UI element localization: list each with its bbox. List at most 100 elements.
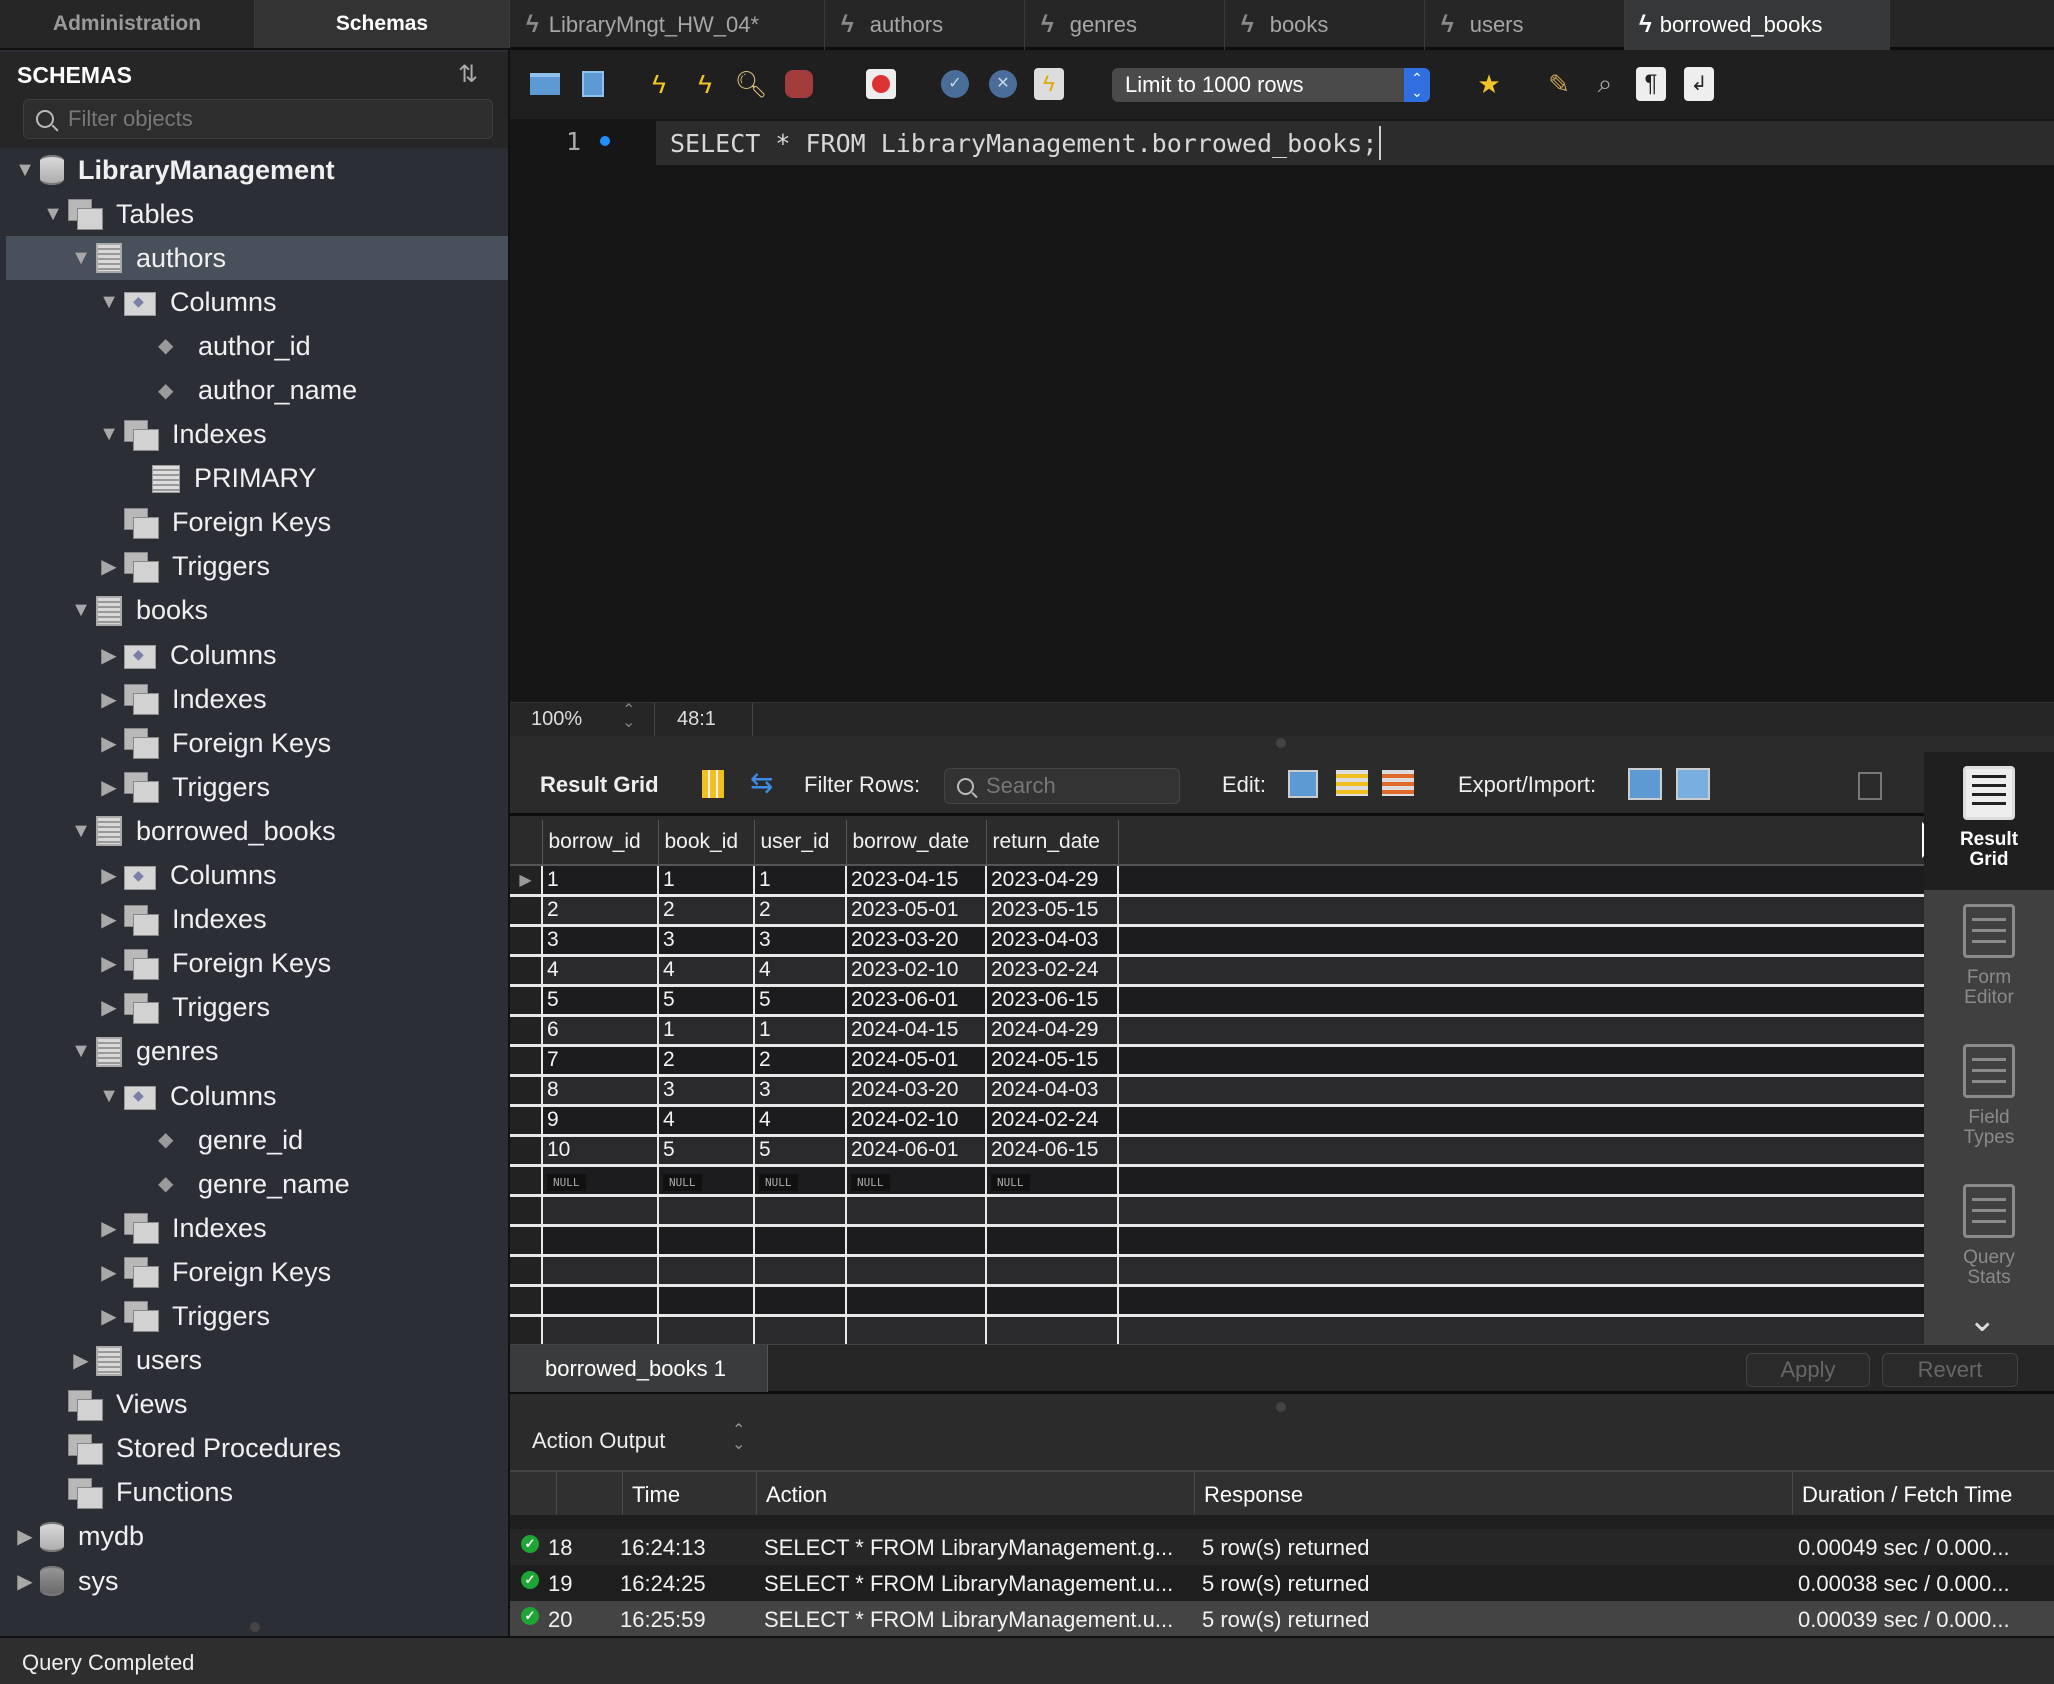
grid-cell[interactable]: 10 — [541, 1135, 658, 1167]
tree-item[interactable]: ▼ genres — [6, 1030, 508, 1074]
grid-cell[interactable]: 2023-05-01 — [845, 895, 986, 927]
tree-item[interactable]: ▼ LibraryManagement — [6, 148, 508, 192]
limit-rows-select[interactable]: Limit to 1000 rows ⌃ ⌄ — [1112, 68, 1430, 102]
row-header[interactable] — [510, 1315, 542, 1344]
empty-row[interactable] — [510, 1315, 1924, 1344]
expand-arrow-icon[interactable]: ▼ — [70, 599, 92, 622]
explain-icon[interactable]: 🔍︎ — [734, 67, 768, 101]
open-file-icon[interactable] — [528, 67, 562, 101]
grid-cell[interactable]: 1 — [753, 865, 846, 897]
tree-item[interactable]: ▶ Indexes — [6, 898, 508, 942]
empty-row[interactable] — [510, 1285, 1924, 1317]
grid-cell[interactable]: 2023-06-15 — [985, 985, 1118, 1017]
table-row[interactable]: ▶ 1 1 1 2023-04-15 2023-04-29 — [510, 865, 1924, 897]
column-header-response[interactable]: Response — [1204, 1482, 1303, 1508]
grid-cell[interactable]: 3 — [753, 925, 846, 957]
beautify-icon[interactable]: ✎ — [1542, 67, 1576, 101]
tree-item[interactable]: ▶ mydb — [6, 1515, 508, 1559]
tree-item[interactable]: ▼ authors — [6, 236, 508, 281]
grid-cell-empty[interactable] — [541, 1315, 658, 1344]
tree-item[interactable]: author_name — [6, 368, 508, 412]
collapse-arrow-icon[interactable]: ▶ — [98, 1216, 120, 1241]
tree-item[interactable]: ▼ Tables — [6, 192, 508, 236]
table-row[interactable]: 3 3 3 2023-03-20 2023-04-03 — [510, 925, 1924, 957]
tree-item[interactable]: ▶ sys — [6, 1559, 508, 1603]
row-header[interactable] — [510, 1105, 542, 1137]
expand-arrow-icon[interactable]: ▼ — [98, 1085, 120, 1108]
output-row[interactable]: ✓ 20 16:25:59 SELECT * FROM LibraryManageme… — [510, 1601, 2054, 1637]
grid-cell[interactable]: 2024-03-20 — [845, 1075, 986, 1107]
invisible-chars-icon[interactable]: ¶ — [1634, 67, 1668, 101]
tree-item[interactable]: Stored Procedures — [6, 1427, 508, 1471]
grid-cell-empty[interactable] — [985, 1315, 1118, 1344]
grid-cell-empty[interactable] — [657, 1285, 754, 1317]
tree-item[interactable]: ▶ Triggers — [6, 545, 508, 589]
grid-cell[interactable]: 5 — [753, 985, 846, 1017]
grid-cell[interactable]: 4 — [541, 955, 658, 987]
grid-cell-null[interactable]: NULL — [985, 1165, 1118, 1197]
rollback-icon[interactable]: ✕ — [986, 67, 1020, 101]
result-tab[interactable]: borrowed_books 1 — [510, 1345, 768, 1392]
grid-cell[interactable]: 2023-04-03 — [985, 925, 1118, 957]
query-tab[interactable]: ϟ authors — [825, 0, 1025, 50]
row-header[interactable] — [510, 925, 542, 957]
grid-cell[interactable]: 5 — [657, 985, 754, 1017]
grid-cell[interactable]: 2 — [657, 1045, 754, 1077]
save-icon[interactable] — [576, 67, 610, 101]
tree-item[interactable]: ▶ Indexes — [6, 1206, 508, 1250]
toggle-error-stop-icon[interactable] — [864, 67, 898, 101]
edit-row-icon[interactable] — [1288, 770, 1318, 798]
zoom-stepper-icon[interactable]: ⌃ ⌄ — [622, 703, 635, 731]
tree-item[interactable]: Views — [6, 1383, 508, 1427]
tree-item[interactable]: ▶ Foreign Keys — [6, 942, 508, 986]
tree-item[interactable]: ▶ Columns — [6, 633, 508, 677]
grid-cell-null[interactable]: NULL — [753, 1165, 846, 1197]
grid-cell-empty[interactable] — [985, 1195, 1118, 1227]
row-header[interactable] — [510, 1135, 542, 1167]
tree-item[interactable]: author_id — [6, 324, 508, 368]
export-icon[interactable] — [1628, 768, 1662, 800]
autocommit-icon[interactable]: ϟ — [1032, 67, 1066, 101]
grid-cell[interactable]: 1 — [657, 865, 754, 897]
grid-cell[interactable]: 2023-04-15 — [845, 865, 986, 897]
grid-cell[interactable]: 5 — [753, 1135, 846, 1167]
view-field-types[interactable]: Field Types — [1924, 1044, 2054, 1148]
column-header-duration[interactable]: Duration / Fetch Time — [1802, 1482, 2012, 1508]
collapse-arrow-icon[interactable]: ▶ — [98, 907, 120, 932]
table-row[interactable]: 8 3 3 2024-03-20 2024-04-03 — [510, 1075, 1924, 1107]
table-row[interactable]: 2 2 2 2023-05-01 2023-05-15 — [510, 895, 1924, 927]
grid-cell[interactable]: 2024-02-10 — [845, 1105, 986, 1137]
grid-cell[interactable]: 2 — [753, 1045, 846, 1077]
new-row[interactable]: NULL NULL NULL NULL NULL — [510, 1165, 1924, 1197]
grid-cell[interactable]: 1 — [657, 1015, 754, 1047]
grid-cell[interactable]: 2 — [753, 895, 846, 927]
row-header[interactable] — [510, 1015, 542, 1047]
grid-cell-null[interactable]: NULL — [541, 1165, 658, 1197]
tab-administration[interactable]: Administration — [0, 0, 255, 48]
grid-cell-empty[interactable] — [541, 1195, 658, 1227]
grid-cell-empty[interactable] — [845, 1285, 986, 1317]
tree-item[interactable]: ▼ Columns — [6, 1074, 508, 1118]
grid-cell[interactable]: 1 — [541, 865, 658, 897]
column-header[interactable]: user_id — [753, 820, 846, 866]
query-tab[interactable]: ϟ users — [1425, 0, 1625, 50]
empty-row[interactable] — [510, 1195, 1924, 1227]
table-row[interactable]: 10 5 5 2024-06-01 2024-06-15 — [510, 1135, 1924, 1167]
tree-item[interactable]: ▶ Triggers — [6, 765, 508, 809]
expand-arrow-icon[interactable]: ▼ — [70, 247, 92, 270]
grid-cell-empty[interactable] — [541, 1255, 658, 1287]
grid-cell[interactable]: 4 — [657, 955, 754, 987]
refresh-icon[interactable]: ⇅ — [458, 60, 478, 89]
grid-cell-empty[interactable] — [541, 1225, 658, 1257]
expand-arrow-icon[interactable]: ▼ — [42, 203, 64, 226]
grid-cell[interactable]: 2023-02-24 — [985, 955, 1118, 987]
tree-item[interactable]: ▶ users — [6, 1339, 508, 1383]
table-row[interactable]: 6 1 1 2024-04-15 2024-04-29 — [510, 1015, 1924, 1047]
query-tab[interactable]: ϟ books — [1225, 0, 1425, 50]
find-icon[interactable]: ⌕ — [1588, 67, 1622, 101]
tree-item[interactable]: ▶ Foreign Keys — [6, 721, 508, 765]
grid-cell-empty[interactable] — [753, 1195, 846, 1227]
grid-cell-empty[interactable] — [985, 1225, 1118, 1257]
grid-cell-empty[interactable] — [753, 1255, 846, 1287]
grid-cell-empty[interactable] — [845, 1225, 986, 1257]
